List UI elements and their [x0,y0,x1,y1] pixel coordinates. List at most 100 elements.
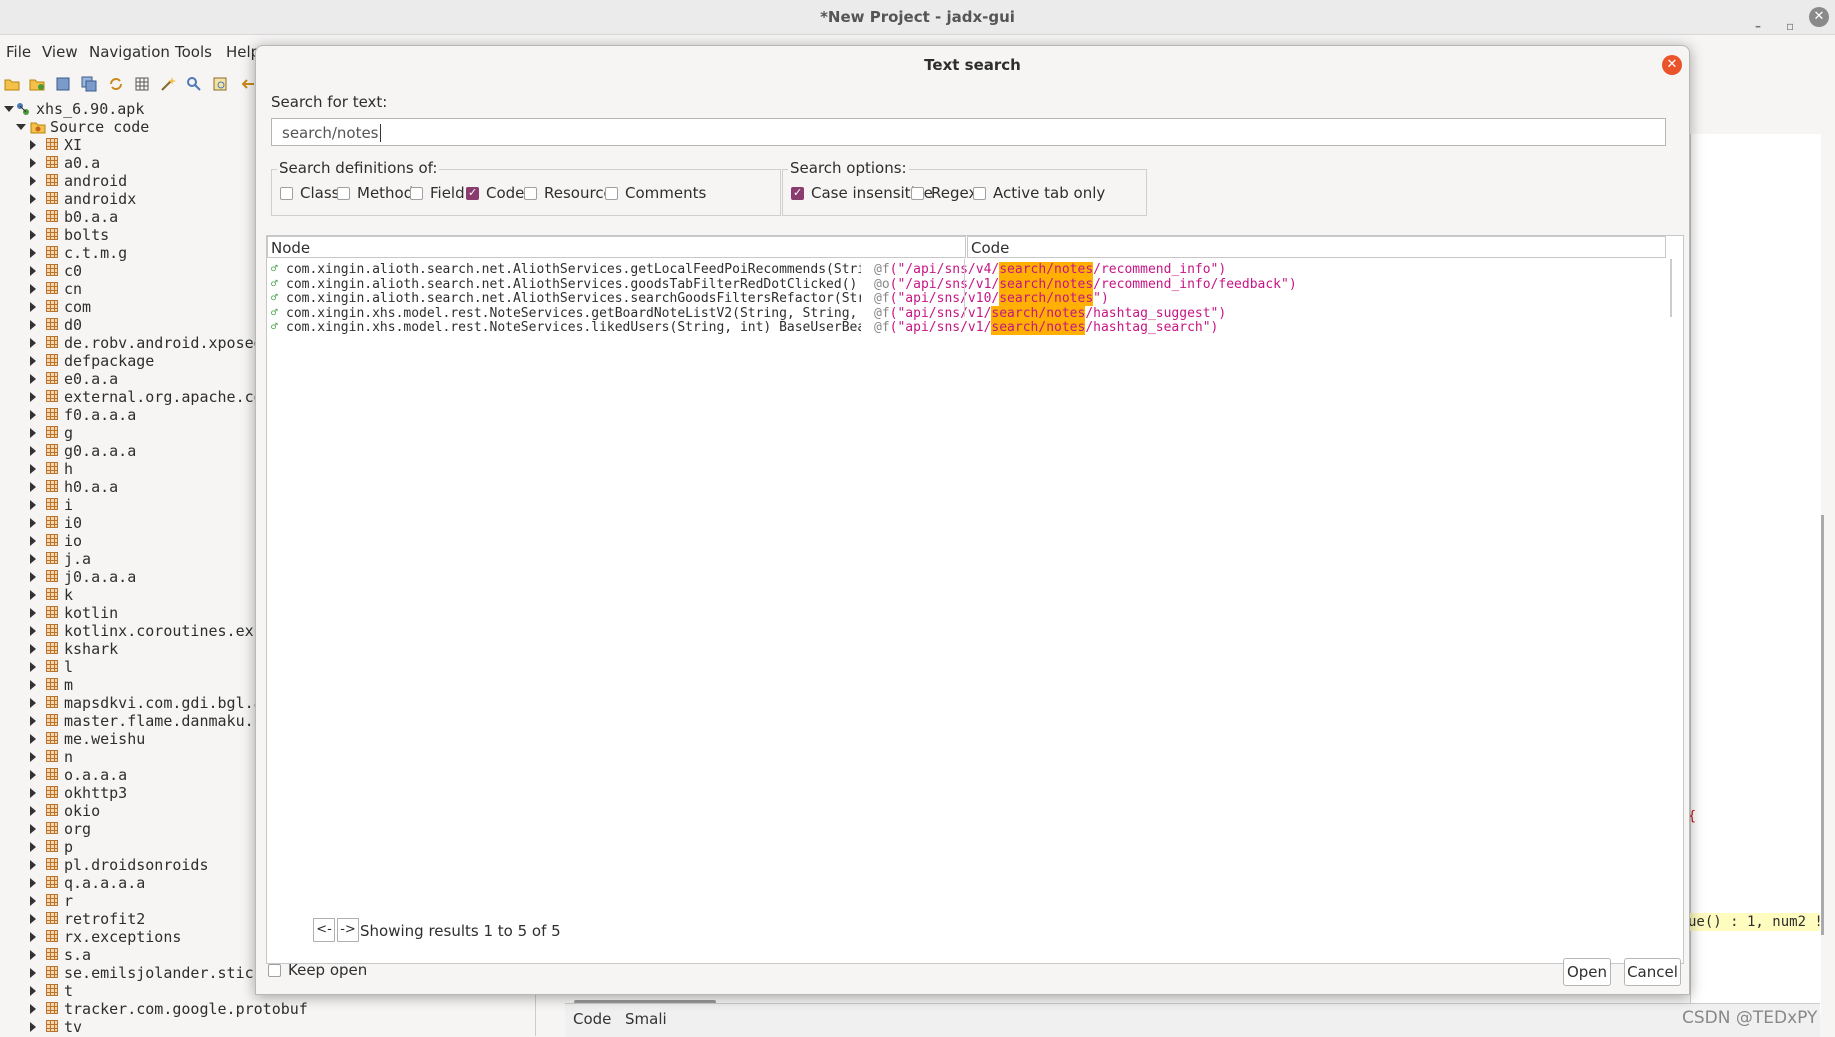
next-page-button[interactable]: -> [337,918,359,942]
expand-arrow-icon[interactable] [30,842,36,852]
expand-arrow-icon[interactable] [30,950,36,960]
checkbox-active-tab-only[interactable] [973,187,986,200]
expand-arrow-icon[interactable] [30,860,36,870]
expand-arrow-icon[interactable] [30,986,36,996]
expand-arrow-icon[interactable] [30,374,36,384]
expand-arrow-icon[interactable] [30,500,36,510]
expand-arrow-icon[interactable] [30,878,36,888]
expand-arrow-icon[interactable] [30,932,36,942]
expand-arrow-icon[interactable] [30,446,36,456]
checkbox-regex[interactable] [911,187,924,200]
expand-arrow-icon[interactable] [30,518,36,528]
checkbox-resource[interactable] [524,187,537,200]
menu-tools[interactable]: Tools [175,43,212,61]
checkbox-code[interactable] [466,186,479,200]
expand-arrow-icon[interactable] [30,698,36,708]
package-icon [46,948,58,960]
column-separator [964,259,965,317]
tree-package-label: mapsdkvi.com.gdi.bgl.a [64,694,263,712]
expand-arrow-icon[interactable] [30,554,36,564]
expand-arrow-icon[interactable] [30,590,36,600]
prev-page-button[interactable]: <- [313,918,335,942]
expand-arrow-icon[interactable] [30,968,36,978]
find-class-icon[interactable] [212,76,228,92]
save-all-icon[interactable] [81,76,97,92]
tab-code[interactable]: Code [573,1010,611,1028]
source-code-icon [30,122,46,134]
expand-arrow-icon[interactable] [30,770,36,780]
save-icon[interactable] [55,76,71,92]
expand-arrow-icon[interactable] [30,644,36,654]
expand-arrow-icon[interactable] [30,572,36,582]
open-button[interactable]: Open [1563,958,1611,986]
expand-arrow-icon[interactable] [30,734,36,744]
checkbox-method[interactable] [337,187,350,200]
wand-icon[interactable] [160,76,176,92]
search-input-value: search/notes [282,124,379,142]
expand-arrow-icon[interactable] [30,608,36,618]
checkbox-comments[interactable] [605,187,618,200]
expand-arrow-icon[interactable] [30,428,36,438]
column-header-node[interactable]: Node [267,236,966,258]
expand-arrow-icon[interactable] [30,482,36,492]
expand-arrow-icon[interactable] [30,626,36,636]
expand-arrow-icon[interactable] [30,284,36,294]
expand-arrow-icon[interactable] [30,158,36,168]
menu-view[interactable]: View [42,43,78,61]
expand-arrow-icon[interactable] [30,266,36,276]
expand-arrow-icon[interactable] [30,1004,36,1014]
expand-arrow-icon[interactable] [30,302,36,312]
checkbox-class[interactable] [280,187,293,200]
expand-arrow-icon[interactable] [30,194,36,204]
search-input[interactable]: search/notes [271,118,1666,146]
result-row[interactable]: ♂ com.xingin.xhs.model.rest.NoteServices.… [267,319,1667,336]
back-icon[interactable] [240,76,256,92]
window-close-button[interactable]: ✕ [1809,7,1829,27]
code-vertical-scrollbar[interactable] [1821,515,1824,935]
expand-arrow-icon[interactable] [30,248,36,258]
expand-arrow-icon[interactable] [30,356,36,366]
expand-arrow-icon[interactable] [30,788,36,798]
checkbox-case-insensitive[interactable] [791,186,804,200]
tab-smali[interactable]: Smali [625,1010,667,1028]
expand-arrow-icon[interactable] [30,536,36,546]
search-icon[interactable] [186,76,202,92]
expand-arrow-icon[interactable] [30,392,36,402]
expand-arrow-icon[interactable] [30,230,36,240]
menu-file[interactable]: File [6,43,31,61]
expand-arrow-icon[interactable] [30,1022,36,1032]
package-icon [46,552,58,564]
tree-package-row[interactable]: tv [0,1018,535,1036]
expand-arrow-icon[interactable] [30,716,36,726]
expand-arrow-icon[interactable] [30,140,36,150]
cancel-button[interactable]: Cancel [1624,958,1681,986]
sync-icon[interactable] [108,76,124,92]
expand-arrow-icon[interactable] [30,464,36,474]
flatten-packages-icon[interactable] [134,76,150,92]
expand-arrow-icon[interactable] [30,752,36,762]
menu-navigation[interactable]: Navigation [89,43,170,61]
expand-arrow-icon[interactable] [30,338,36,348]
expand-arrow-icon[interactable] [30,680,36,690]
expand-arrow-icon[interactable] [30,824,36,834]
expand-arrow-icon[interactable] [30,914,36,924]
panel-divider[interactable] [535,995,536,1036]
expand-arrow-icon[interactable] [30,662,36,672]
checkbox-field[interactable] [410,187,423,200]
expand-arrow-icon[interactable] [30,896,36,906]
keep-open-checkbox[interactable] [268,964,281,977]
expand-arrow-icon[interactable] [30,320,36,330]
expand-arrow-icon[interactable] [30,410,36,420]
expand-arrow-icon[interactable] [30,212,36,222]
code-prefix: ("api/sns/v1/ [889,320,992,336]
package-icon [46,444,58,456]
expand-arrow-icon[interactable] [30,806,36,816]
expand-arrow-icon[interactable] [30,176,36,186]
tree-package-label: k [64,586,74,604]
dialog-close-button[interactable]: ✕ [1662,55,1682,75]
tree-package-row[interactable]: tracker.com.google.protobuf [0,1000,535,1018]
open-folder-icon[interactable] [4,76,20,92]
column-header-code[interactable]: Code [967,236,1666,258]
tree-package-label: external.org.apache.co [64,388,263,406]
add-files-icon[interactable] [29,76,45,92]
